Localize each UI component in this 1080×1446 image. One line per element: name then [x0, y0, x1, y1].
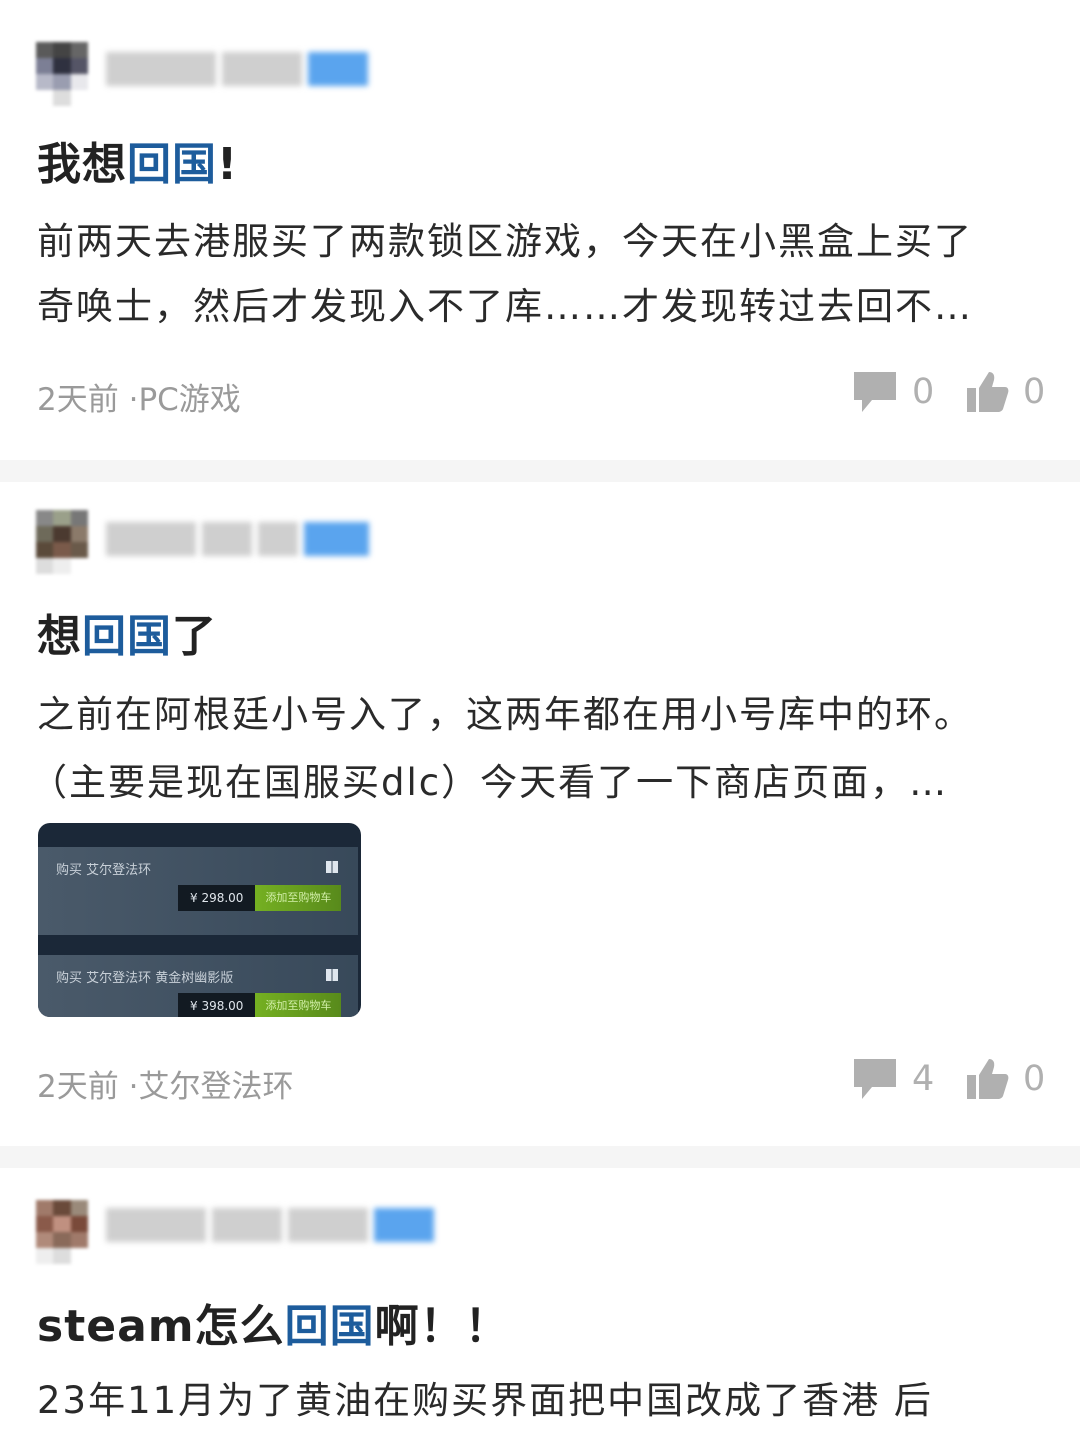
comment-bubble-icon [854, 1059, 896, 1099]
price: ¥ 298.00 [178, 885, 256, 911]
thumbs-up-icon [967, 1059, 1009, 1099]
post-divider [0, 1146, 1080, 1168]
windows-icon [326, 969, 338, 981]
post-excerpt-line: 之前在阿根廷小号入了，这两年都在用小号库中的环。 [37, 693, 973, 736]
comment-count[interactable]: 4 [852, 1057, 934, 1101]
avatar[interactable] [36, 510, 88, 574]
post-image-attachment[interactable]: 购买 艾尔登法环 ¥ 298.00 添加至购物车 购买 艾尔登法环 黄金树幽影版… [38, 823, 361, 1017]
store-purchase-box: 购买 艾尔登法环 ¥ 298.00 添加至购物车 [38, 847, 358, 935]
like-button[interactable]: 0 [965, 1057, 1045, 1101]
purchase-label: 购买 艾尔登法环 黄金树幽影版 [56, 971, 234, 986]
comment-bubble-icon [854, 372, 896, 412]
comment-count[interactable]: 0 [852, 370, 934, 414]
highlighted-keyword: 回国 [127, 139, 217, 190]
post-excerpt-line: 23年11月为了黄油在购买界面把中国改成了香港 后 [37, 1379, 933, 1422]
post-card[interactable]: 我想回国! 前两天去港服买了两款锁区游戏，今天在小黑盒上买了 奇唤士，然后才发现… [0, 0, 1080, 460]
post-card[interactable]: steam怎么回国啊！！ 23年11月为了黄油在购买界面把中国改成了香港 后 [0, 1168, 1080, 1446]
add-to-cart-button: 添加至购物车 [255, 885, 342, 911]
post-title[interactable]: steam怎么回国啊！！ [37, 1290, 510, 1354]
post-meta: 2天前 ·PC游戏 [37, 382, 241, 418]
price: ¥ 398.00 [178, 993, 256, 1017]
like-button[interactable]: 0 [965, 370, 1045, 414]
post-category[interactable]: 艾尔登法环 [138, 1069, 293, 1105]
post-time: 2天前 [37, 1069, 119, 1105]
username[interactable] [106, 522, 369, 556]
post-title[interactable]: 我想回国! [37, 128, 238, 192]
windows-icon [326, 861, 338, 873]
post-divider [0, 460, 1080, 482]
username[interactable] [106, 52, 368, 86]
post-excerpt-line: 奇唤士，然后才发现入不了库……才发现转过去回不… [37, 285, 973, 328]
post-excerpt-line: 前两天去港服买了两款锁区游戏，今天在小黑盒上买了 [37, 220, 973, 263]
post-meta: 2天前 ·艾尔登法环 [37, 1069, 294, 1105]
post-category[interactable]: PC游戏 [138, 382, 240, 418]
store-purchase-box: 购买 艾尔登法环 黄金树幽影版 ¥ 398.00 添加至购物车 [38, 955, 358, 1017]
thumbs-up-icon [967, 372, 1009, 412]
highlighted-keyword: 回国 [82, 611, 172, 662]
avatar[interactable] [36, 42, 88, 106]
highlighted-keyword: 回国 [284, 1301, 375, 1352]
add-to-cart-button: 添加至购物车 [255, 993, 342, 1017]
username[interactable] [106, 1208, 434, 1242]
post-excerpt-line: （主要是现在国服买dlc）今天看了一下商店页面，… [30, 761, 949, 804]
post-time: 2天前 [37, 382, 119, 418]
post-card[interactable]: 想回国了 之前在阿根廷小号入了，这两年都在用小号库中的环。 （主要是现在国服买d… [0, 482, 1080, 1146]
avatar[interactable] [36, 1200, 88, 1264]
post-title[interactable]: 想回国了 [37, 600, 217, 664]
purchase-label: 购买 艾尔登法环 [56, 863, 152, 878]
